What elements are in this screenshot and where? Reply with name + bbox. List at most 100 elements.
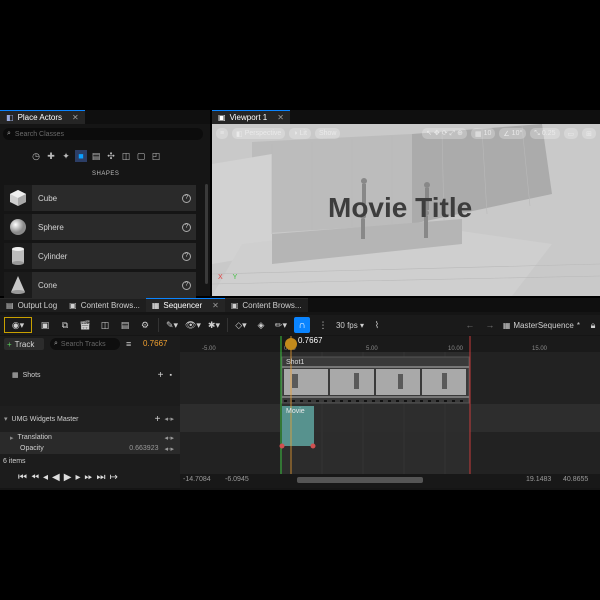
tab-viewport[interactable]: ▣ Viewport 1 ✕ — [212, 110, 290, 124]
snap-options-icon[interactable]: ⋮ — [316, 317, 330, 333]
view-options-icon[interactable]: 👁︎▾ — [185, 317, 201, 333]
shot-options-icon[interactable]: ▪ — [170, 372, 172, 379]
volumes-icon[interactable]: ▢ — [135, 150, 147, 162]
close-icon[interactable]: ✕ — [277, 113, 284, 122]
geometry-icon[interactable]: ◫ — [120, 150, 132, 162]
all-classes-icon[interactable]: ◰ — [150, 150, 162, 162]
jump-to-start-icon[interactable]: ⏮︎ — [18, 472, 27, 483]
help-icon[interactable]: ? — [182, 193, 191, 203]
find-in-browser-icon[interactable]: ⧉ — [58, 317, 72, 333]
filter-icon[interactable]: ≡ — [126, 339, 131, 349]
tab-content-browser-2[interactable]: ▣ Content Brows... — [224, 298, 308, 312]
camera-cut-icon[interactable]: ◫ — [98, 317, 112, 333]
lit-button[interactable]: ◑ Lit — [289, 128, 311, 139]
lights-icon[interactable]: ✦ — [60, 150, 72, 162]
shapes-icon[interactable]: ■ — [75, 150, 87, 162]
actor-item-sphere[interactable]: Sphere ? — [4, 214, 196, 240]
add-shot-icon[interactable]: + — [158, 370, 164, 381]
close-icon[interactable]: ✕ — [72, 113, 79, 122]
curve-editor-icon[interactable]: ⌇ — [370, 317, 384, 333]
close-icon[interactable]: ✕ — [212, 301, 219, 310]
movie-widget-section[interactable] — [282, 406, 314, 446]
view-range-start[interactable]: -14.7084 — [183, 476, 211, 483]
sequence-breadcrumb[interactable]: ▦ MasterSequence * — [503, 317, 580, 333]
working-range-end[interactable]: 19.1483 — [526, 476, 551, 483]
maximize-viewport-button[interactable]: ⊞ — [582, 128, 596, 139]
current-time-field[interactable]: 0.7667 — [143, 339, 167, 348]
world-selector-button[interactable]: ◉▾ — [4, 317, 32, 333]
track-row-umg-widgets-master[interactable]: ▾ UMG Widgets Master + ◂◦▸ — [0, 406, 180, 432]
timeline-scrollbar[interactable] — [297, 477, 423, 483]
tab-sequencer[interactable]: ▦ Sequencer ✕ — [145, 298, 225, 312]
actions-icon[interactable]: ⚙ — [138, 317, 152, 333]
tab-content-browser-1[interactable]: ▣ Content Brows... — [63, 298, 146, 312]
play-icon[interactable]: ▶ — [64, 472, 72, 483]
clapper-icon[interactable]: ▤ — [118, 317, 132, 333]
step-forward-icon[interactable]: ⏩︎ — [84, 472, 92, 483]
shots-icon: ▦ — [12, 372, 19, 379]
viewport-options-button[interactable]: ≡ — [216, 128, 229, 139]
rotation-snap-button[interactable]: ∠ 10° — [499, 128, 527, 139]
search-classes-input[interactable]: ⌕ Search Classes — [3, 128, 203, 140]
recent-icon[interactable]: ◷ — [30, 150, 42, 162]
tab-output-log[interactable]: ▤ Output Log — [0, 298, 64, 312]
jump-to-end-icon[interactable]: ⏭︎ — [96, 472, 105, 483]
view-range-end[interactable]: 40.8655 — [563, 476, 588, 483]
back-arrow-icon[interactable]: ← — [463, 317, 477, 333]
track-row-translation[interactable]: ▸ Translation ◂◦▸ — [0, 432, 180, 443]
keyframe-nav-icons[interactable]: ◂◦▸ — [164, 445, 174, 453]
forward-arrow-icon[interactable]: → — [483, 317, 497, 333]
track-row-opacity[interactable]: Opacity 0.663923 ◂◦▸ — [0, 443, 180, 454]
search-tracks-input[interactable]: ⌕ Search Tracks — [50, 338, 120, 350]
place-actors-icon: ◧ — [6, 113, 14, 122]
curve-icon[interactable]: ✏▾ — [274, 317, 288, 333]
play-reverse-icon[interactable]: ◀ — [52, 472, 60, 483]
cinematic-icon[interactable]: ▤ — [90, 150, 102, 162]
save-icon[interactable]: ▣ — [38, 317, 52, 333]
loop-icon[interactable]: ↦ — [109, 472, 117, 483]
show-button[interactable]: Show — [314, 128, 341, 139]
perspective-button[interactable]: ◧ Perspective — [232, 128, 286, 139]
previous-frame-icon[interactable]: ◂ — [43, 472, 48, 483]
tab-place-actors[interactable]: ◧ Place Actors ✕ — [0, 110, 85, 124]
playhead-handle[interactable] — [285, 338, 297, 350]
step-back-icon[interactable]: ⏪︎ — [31, 472, 39, 483]
next-frame-icon[interactable]: ▸ — [75, 472, 80, 483]
opacity-value-field[interactable]: 0.663923 — [129, 445, 158, 452]
auto-key-icon[interactable]: ◈ — [254, 317, 268, 333]
help-icon[interactable]: ? — [182, 222, 191, 232]
help-icon[interactable]: ? — [182, 280, 191, 290]
actor-item-cone[interactable]: Cone ? — [4, 272, 196, 298]
collapse-arrow-icon[interactable]: ▸ — [10, 434, 14, 442]
keyframe-nav-icons[interactable]: ◂◦▸ — [164, 415, 174, 423]
add-icon[interactable]: + — [155, 414, 161, 425]
cone-icon — [4, 272, 32, 298]
shot-section[interactable] — [282, 357, 469, 403]
panel-scrollbar[interactable] — [205, 184, 208, 284]
playback-options-icon[interactable]: ✱▾ — [207, 317, 221, 333]
transform-tools[interactable]: ↖ ✥ ⟳ ⤢ ⊕ — [422, 128, 467, 139]
key-icon[interactable]: ◇▾ — [234, 317, 248, 333]
camera-speed-button[interactable]: ▭ — [563, 128, 579, 139]
snap-magnet-button[interactable]: ∩ — [293, 317, 310, 333]
sequencer-timeline[interactable]: -5.00 0.00 5.00 10.00 15.00 — [180, 336, 600, 488]
add-track-button[interactable]: + Track — [4, 338, 44, 350]
grid-snap-button[interactable]: ▦ 10 — [470, 128, 496, 139]
basic-icon[interactable]: ✚ — [45, 150, 57, 162]
actor-item-cube[interactable]: Cube ? — [4, 185, 196, 211]
axis-y-label: Y — [232, 274, 238, 281]
fps-dropdown[interactable]: 30 fps ▾ — [336, 317, 364, 333]
working-range-start[interactable]: -6.0945 — [225, 476, 249, 483]
track-row-shots[interactable]: ▦ Shots + ▪ — [0, 362, 180, 388]
tools-icon[interactable]: ✎▾ — [165, 317, 179, 333]
visual-effects-icon[interactable]: ✣ — [105, 150, 117, 162]
shots-label: Shots — [22, 371, 41, 379]
help-icon[interactable]: ? — [182, 251, 191, 261]
level-viewport[interactable]: ≡ ◧ Perspective ◑ Lit Show ↖ ✥ ⟳ ⤢ ⊕ ▦ 10 ∠… — [212, 124, 600, 296]
scale-snap-button[interactable]: ⤡ 0.25 — [530, 128, 560, 139]
actor-item-cylinder[interactable]: Cylinder ? — [4, 243, 196, 269]
keyframe-nav-icons[interactable]: ◂◦▸ — [164, 434, 174, 442]
render-movie-icon[interactable]: 🎬︎ — [78, 317, 92, 333]
lock-icon[interactable]: 🔒︎ — [586, 317, 600, 333]
expand-arrow-icon[interactable]: ▾ — [4, 415, 8, 423]
